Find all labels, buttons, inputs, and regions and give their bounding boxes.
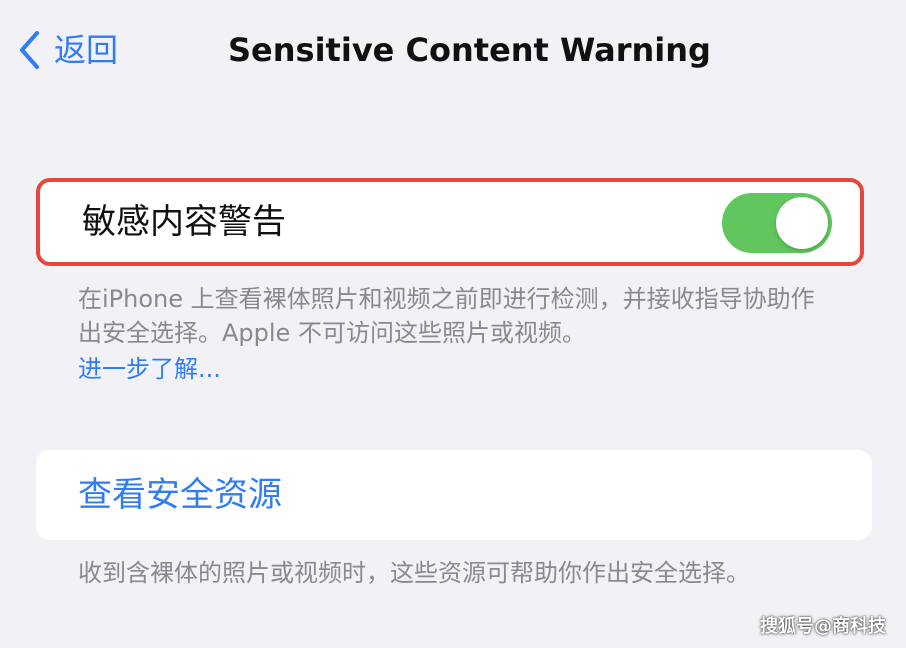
back-label: 返回 bbox=[54, 31, 119, 69]
navigation-bar: 返回 Sensitive Content Warning bbox=[0, 0, 906, 100]
learn-more-link[interactable]: 进一步了解... bbox=[78, 352, 221, 386]
toggle-knob bbox=[776, 197, 828, 249]
chevron-left-icon bbox=[20, 31, 39, 69]
sensitive-content-toggle[interactable] bbox=[722, 193, 832, 253]
sensitive-content-warning-row: 敏感内容警告 bbox=[36, 178, 864, 266]
resources-description: 收到含裸体的照片或视频时，这些资源可帮助你作出安全选择。 bbox=[78, 559, 750, 587]
back-button[interactable]: 返回 bbox=[18, 28, 118, 72]
setting-description: 在iPhone 上查看裸体照片和视频之前即进行检测，并接收指导协助作出安全选择。… bbox=[78, 285, 815, 347]
view-safety-resources-row[interactable]: 查看安全资源 bbox=[36, 450, 872, 540]
view-safety-resources-label: 查看安全资源 bbox=[78, 475, 282, 515]
setting-label: 敏感内容警告 bbox=[82, 202, 286, 242]
watermark: 搜狐号@商科技 bbox=[760, 616, 886, 637]
page-title: Sensitive Content Warning bbox=[228, 31, 711, 69]
